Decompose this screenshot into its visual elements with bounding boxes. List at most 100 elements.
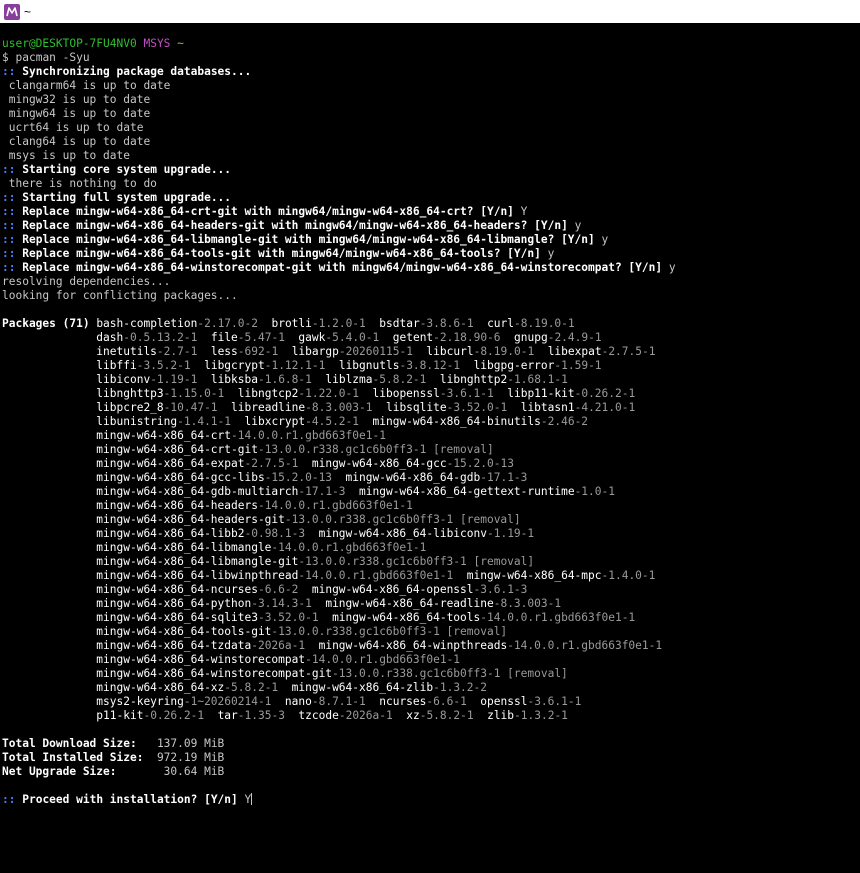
package-name: gawk	[298, 331, 326, 344]
package-name: libreadline	[231, 401, 306, 414]
package-name: mingw-w64-x86_64-gcc	[311, 457, 447, 470]
package-version: -14.0.0.r1.gbd663f0e1-1	[231, 429, 386, 442]
package-name: mingw-w64-x86_64-expat	[96, 457, 245, 470]
package-name: mingw-w64-x86_64-tools-git	[96, 625, 272, 638]
package-version: -1.22.0-1	[298, 387, 360, 400]
package-name: mingw-w64-x86_64-mpc	[466, 569, 602, 582]
package-name: msys2-keyring	[96, 695, 184, 708]
output-line: msys is up to date	[2, 149, 860, 163]
line-text: Starting core system upgrade...	[22, 163, 232, 176]
package-name: mingw-w64-x86_64-winstorecompat-git	[96, 667, 333, 680]
package-name: mingw-w64-x86_64-gdb-multiarch	[96, 485, 299, 498]
terminal-output[interactable]: user@DESKTOP-7FU4NV0 MSYS ~ $ pacman -Sy…	[2, 37, 860, 873]
package-row: mingw-w64-x86_64-headers-14.0.0.r1.gbd66…	[2, 499, 860, 513]
package-version: -14.0.0.r1.gbd663f0e1-1	[507, 639, 663, 652]
line-text: Replace mingw-w64-x86_64-crt-git with mi…	[22, 205, 514, 218]
output-line: clangarm64 is up to date	[2, 79, 860, 93]
prompt-line: user@DESKTOP-7FU4NV0 MSYS ~	[2, 37, 860, 51]
package-name: libtasn1	[520, 401, 575, 414]
package-name: mingw-w64-x86_64-zlib	[291, 681, 434, 694]
replace-question: :: Replace mingw-w64-x86_64-libmangle-gi…	[2, 233, 860, 247]
package-name: mingw-w64-x86_64-ncurses	[96, 583, 258, 596]
package-row: libpcre2_8-10.47-1 libreadline-8.3.003-1…	[2, 401, 860, 415]
package-name: file	[210, 331, 238, 344]
prompt-marker: ::	[2, 793, 16, 806]
proceed-answer[interactable]: Y	[245, 793, 252, 806]
package-version: -6.6-1	[426, 695, 467, 708]
output-line: resolving dependencies...	[2, 275, 860, 289]
package-name: mingw-w64-x86_64-crt-git	[96, 443, 258, 456]
answer-text: y	[547, 247, 555, 260]
package-name: libargp	[291, 345, 339, 358]
package-version: -10.47-1	[163, 401, 218, 414]
section-header: :: Synchronizing package databases...	[2, 65, 860, 79]
line-text: Synchronizing package databases...	[22, 65, 252, 78]
package-version: -3.5.2-1	[136, 359, 191, 372]
line-text: Replace mingw-w64-x86_64-headers-git wit…	[22, 219, 568, 232]
package-row: mingw-w64-x86_64-xz-5.8.2-1 mingw-w64-x8…	[2, 681, 860, 695]
package-name: libiconv	[96, 373, 151, 386]
output-lines: :: Synchronizing package databases... cl…	[2, 65, 860, 317]
package-version: -2026a-1	[338, 709, 393, 722]
package-name: libngtcp2	[237, 387, 299, 400]
package-row: msys2-keyring-1~20260214-1 nano-8.7.1-1 …	[2, 695, 860, 709]
package-version: -2.7-1	[156, 345, 198, 358]
size-row: Total Installed Size: 972.19 MiB	[2, 751, 860, 765]
package-name: mingw-w64-x86_64-binutils	[372, 415, 541, 428]
package-name: libp11-kit	[507, 387, 575, 400]
line-marker: ::	[2, 261, 16, 274]
package-name: libpcre2_8	[96, 401, 164, 414]
package-version: -6.6-2	[257, 583, 299, 596]
size-row: Net Upgrade Size: 30.64 MiB	[2, 765, 860, 779]
package-version: -1.3.2-2	[433, 681, 487, 694]
package-version: -1.4.1-1	[177, 415, 232, 428]
package-name: libffi	[96, 359, 137, 372]
package-name: mingw-w64-x86_64-libmangle	[96, 541, 272, 554]
package-name: brotli	[271, 317, 312, 330]
package-row: mingw-w64-x86_64-crt-14.0.0.r1.gbd663f0e…	[2, 429, 860, 443]
output-line: mingw64 is up to date	[2, 107, 860, 121]
package-row: libnghttp3-1.15.0-1 libngtcp2-1.22.0-1 l…	[2, 387, 860, 401]
package-version: -1.35-3	[237, 709, 285, 722]
prompt-msystem: MSYS	[143, 37, 171, 50]
title-bar[interactable]: ~	[0, 0, 860, 23]
package-version: -0.26.2-1	[574, 387, 636, 400]
package-version: -13.0.0.r338.gc1c6b0ff3-1 [removal]	[284, 513, 521, 526]
package-name: mingw-w64-x86_64-gdb	[345, 471, 481, 484]
prompt-symbol: $	[2, 51, 9, 64]
proceed-question: Proceed with installation? [Y/n]	[22, 793, 238, 806]
package-name: ncurses	[379, 695, 427, 708]
size-label: Net Upgrade Size:	[2, 765, 117, 778]
package-name: mingw-w64-x86_64-readline	[325, 597, 494, 610]
prompt-path: ~	[177, 37, 184, 50]
package-version: -0.98.1-3	[244, 527, 306, 540]
package-version: -13.0.0.r338.gc1c6b0ff3-1 [removal]	[332, 667, 568, 680]
package-version: -2.18.90-6	[433, 331, 501, 344]
package-version: -13.0.0.r338.gc1c6b0ff3-1 [removal]	[298, 555, 535, 568]
line-text: clangarm64 is up to date	[2, 79, 171, 92]
package-version: -2.46-2	[540, 415, 589, 428]
package-list: Packages (71) bash-completion-2.17.0-2 b…	[2, 317, 860, 723]
line-marker: ::	[2, 247, 16, 260]
package-version: -13.0.0.r338.gc1c6b0ff3-1 [removal]	[257, 443, 494, 456]
package-name: liblzma	[325, 373, 373, 386]
package-version: -4.5.2-1	[305, 415, 360, 428]
proceed-prompt[interactable]: :: Proceed with installation? [Y/n] Y	[2, 793, 860, 807]
package-name: mingw-w64-x86_64-libwinpthread	[96, 569, 299, 582]
package-name: mingw-w64-x86_64-python	[96, 597, 252, 610]
section-header: :: Starting full system upgrade...	[2, 191, 860, 205]
package-row: mingw-w64-x86_64-libb2-0.98.1-3 mingw-w6…	[2, 527, 860, 541]
package-version: -3.6.1-1	[439, 387, 494, 400]
line-text: there is nothing to do	[2, 177, 157, 190]
package-name: p11-kit	[96, 709, 144, 722]
package-version: -3.8.12-1	[399, 359, 461, 372]
line-text: mingw32 is up to date	[2, 93, 151, 106]
line-text: ucrt64 is up to date	[2, 121, 144, 134]
package-version: -5.8.2-1	[419, 709, 474, 722]
package-version: -1.59-1	[554, 359, 602, 372]
package-row: mingw-w64-x86_64-tools-git-13.0.0.r338.g…	[2, 625, 860, 639]
line-marker: ::	[2, 163, 16, 176]
line-marker: ::	[2, 233, 16, 246]
package-version: -3.14.3-1	[251, 597, 312, 610]
